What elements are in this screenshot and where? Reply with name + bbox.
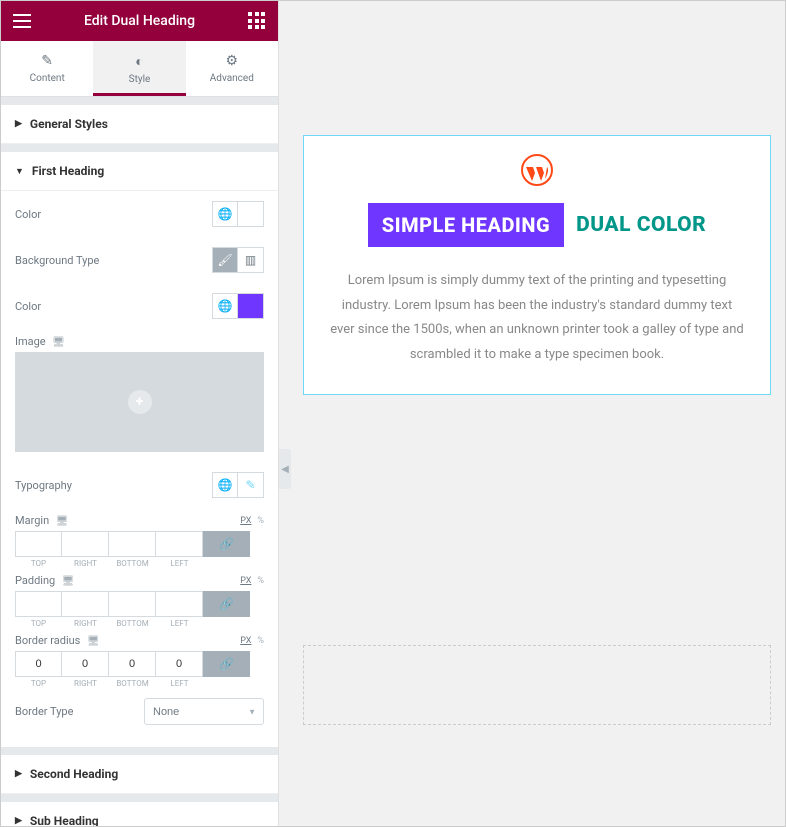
link-icon: 🔗	[219, 597, 234, 611]
chevron-down-icon: ▼	[15, 166, 24, 177]
padding-top-input[interactable]	[15, 591, 62, 617]
unit-pct[interactable]: %	[257, 576, 264, 586]
section-general-styles[interactable]: ▶General Styles	[1, 105, 278, 144]
unit-switcher: PX%	[240, 636, 264, 646]
app-root: Edit Dual Heading ✎Content ◐Style ⚙Advan…	[0, 0, 786, 827]
apps-icon[interactable]	[248, 12, 266, 30]
first-heading-controls: Color 🌐 Background Type 🖌 ▥ Color	[1, 191, 278, 747]
link-values-button[interactable]: 🔗	[203, 591, 250, 617]
second-heading-text: DUAL COLOR	[576, 213, 706, 237]
panel-header: Edit Dual Heading	[1, 1, 278, 41]
sub-heading-text: Lorem Ipsum is simply dummy text of the …	[324, 269, 750, 368]
control-color: Color 🌐	[15, 191, 264, 237]
section-dropzone[interactable]	[303, 645, 771, 725]
dual-heading-widget[interactable]: SIMPLE HEADING DUAL COLOR Lorem Ipsum is…	[303, 135, 771, 395]
preview-area[interactable]: ◀ SIMPLE HEADING DUAL COLOR Lorem Ipsum …	[279, 1, 785, 826]
margin-right-input[interactable]	[62, 531, 109, 557]
radius-bottom-input[interactable]	[109, 651, 156, 677]
chevron-right-icon: ▶	[15, 119, 22, 129]
desktop-icon[interactable]: 🖥	[84, 636, 99, 647]
gear-icon: ⚙	[186, 53, 278, 69]
margin-inputs: 🔗	[15, 531, 264, 557]
unit-px[interactable]: PX	[240, 636, 251, 646]
control-image-label: Image 🖥	[15, 329, 264, 352]
chevron-left-icon: ◀	[281, 464, 289, 475]
globe-icon[interactable]: 🌐	[212, 472, 238, 498]
radius-right-input[interactable]	[62, 651, 109, 677]
chevron-right-icon: ▶	[15, 769, 22, 779]
tab-style[interactable]: ◐Style	[93, 41, 185, 96]
control-typography: Typography 🌐 ✎	[15, 462, 264, 508]
image-dropzone[interactable]: +	[15, 352, 264, 452]
bg-gradient-button[interactable]: ▥	[238, 247, 264, 273]
control-border-type: Border Type None ▼	[15, 688, 264, 735]
border-type-select[interactable]: None	[144, 698, 264, 725]
unit-pct[interactable]: %	[257, 516, 264, 526]
padding-bottom-input[interactable]	[109, 591, 156, 617]
section-sub-heading[interactable]: ▶Sub Heading	[1, 802, 278, 826]
unit-pct[interactable]: %	[257, 636, 264, 646]
border-radius-inputs: 🔗	[15, 651, 264, 677]
link-icon: 🔗	[219, 537, 234, 551]
contrast-icon: ◐	[93, 53, 185, 70]
radius-top-input[interactable]	[15, 651, 62, 677]
plus-icon: +	[128, 390, 152, 414]
first-heading-text: SIMPLE HEADING	[368, 203, 564, 247]
globe-icon[interactable]: 🌐	[212, 293, 238, 319]
desktop-icon[interactable]: 🖥	[50, 337, 65, 348]
edit-typography-button[interactable]: ✎	[238, 472, 264, 498]
tab-advanced[interactable]: ⚙Advanced	[186, 41, 278, 96]
link-values-button[interactable]: 🔗	[203, 531, 250, 557]
color-swatch[interactable]	[238, 201, 264, 227]
bg-color-swatch[interactable]	[238, 293, 264, 319]
link-values-button[interactable]: 🔗	[203, 651, 250, 677]
margin-left-input[interactable]	[156, 531, 203, 557]
panel-tabs: ✎Content ◐Style ⚙Advanced	[1, 41, 278, 97]
padding-inputs: 🔗	[15, 591, 264, 617]
desktop-icon[interactable]: 🖥	[53, 516, 68, 527]
control-background-type: Background Type 🖌 ▥	[15, 237, 264, 283]
margin-bottom-input[interactable]	[109, 531, 156, 557]
section-first-heading[interactable]: ▼First Heading	[1, 152, 278, 191]
wordpress-icon	[521, 154, 553, 186]
globe-icon[interactable]: 🌐	[212, 201, 238, 227]
padding-left-input[interactable]	[156, 591, 203, 617]
unit-px[interactable]: PX	[240, 516, 251, 526]
editor-sidebar: Edit Dual Heading ✎Content ◐Style ⚙Advan…	[1, 1, 279, 826]
link-icon: 🔗	[219, 657, 234, 671]
menu-icon[interactable]	[13, 12, 31, 30]
unit-switcher: PX%	[240, 576, 264, 586]
padding-right-input[interactable]	[62, 591, 109, 617]
radius-left-input[interactable]	[156, 651, 203, 677]
unit-px[interactable]: PX	[240, 576, 251, 586]
control-margin-label: Margin 🖥 PX%	[15, 508, 264, 531]
margin-top-input[interactable]	[15, 531, 62, 557]
pencil-icon: ✎	[245, 478, 255, 492]
control-bg-color: Color 🌐	[15, 283, 264, 329]
collapse-panel-button[interactable]: ◀	[279, 449, 291, 489]
desktop-icon[interactable]: 🖥	[59, 576, 74, 587]
controls-scroll[interactable]: ▶General Styles ▼First Heading Color 🌐 B…	[1, 97, 278, 826]
bg-classic-button[interactable]: 🖌	[212, 247, 238, 273]
control-border-radius-label: Border radius 🖥 PX%	[15, 628, 264, 651]
control-padding-label: Padding 🖥 PX%	[15, 568, 264, 591]
pencil-icon: ✎	[1, 53, 93, 69]
unit-switcher: PX%	[240, 516, 264, 526]
chevron-right-icon: ▶	[15, 816, 22, 826]
heading-row: SIMPLE HEADING DUAL COLOR	[324, 203, 750, 247]
tab-content[interactable]: ✎Content	[1, 41, 93, 96]
panel-title: Edit Dual Heading	[84, 13, 195, 29]
section-second-heading[interactable]: ▶Second Heading	[1, 755, 278, 794]
